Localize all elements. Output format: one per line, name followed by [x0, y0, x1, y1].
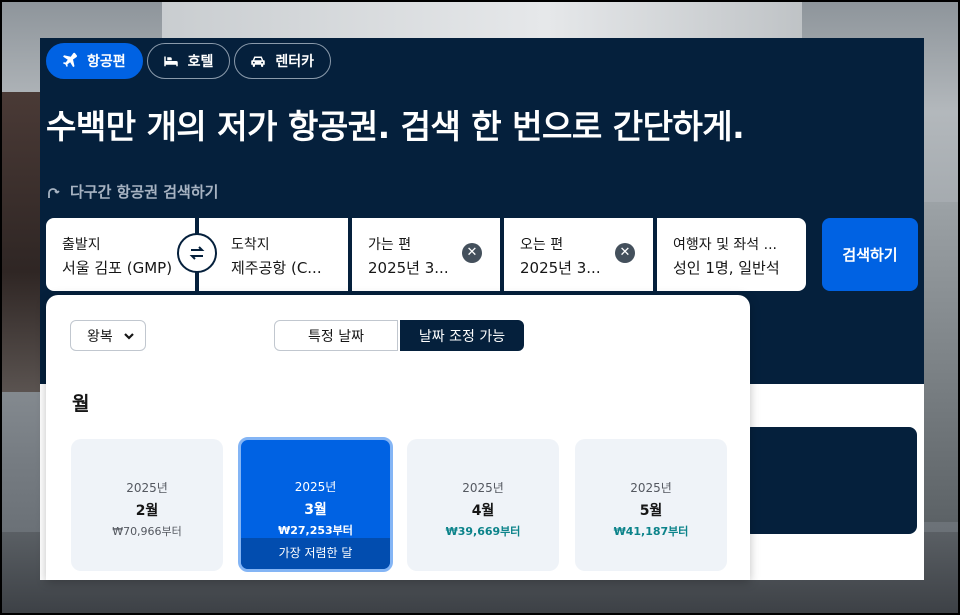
chevron-down-icon — [124, 332, 134, 340]
month-card[interactable]: 2025년 2월 ₩70,966부터 — [71, 439, 223, 571]
destination-field[interactable]: 도착지 제주공항 (C... — [199, 218, 348, 291]
tab-hotels-label: 호텔 — [187, 54, 214, 70]
swap-arrows-icon — [189, 246, 205, 260]
cheapest-month-badge: 가장 저렴한 달 — [241, 538, 390, 569]
origin-label: 출발지 — [62, 237, 101, 253]
tab-flights[interactable]: 항공편 — [46, 43, 143, 79]
month-card[interactable]: 2025년 4월 ₩39,669부터 — [407, 439, 559, 571]
search-button[interactable]: 검색하기 — [822, 218, 918, 291]
origin-field[interactable]: 출발지 서울 김포 (GMP) — [46, 218, 195, 291]
multi-city-link[interactable]: 다구간 항공권 검색하기 — [46, 181, 218, 202]
promo-card[interactable] — [743, 427, 917, 534]
month-card-price: ₩70,966부터 — [112, 525, 182, 538]
airplane-icon — [62, 52, 78, 68]
specific-dates-toggle[interactable]: 특정 날짜 — [274, 320, 398, 351]
page-headline: 수백만 개의 저가 항공권. 검색 한 번으로 간단하게. — [46, 107, 745, 146]
travellers-label: 여행자 및 좌석 ... — [673, 237, 777, 253]
aircraft-engine-image — [924, 202, 958, 522]
month-card-price: ₩39,669부터 — [445, 525, 521, 538]
month-card-month: 4월 — [471, 503, 495, 519]
clear-depart-icon[interactable]: ✕ — [462, 243, 482, 263]
month-card[interactable]: 2025년 5월 ₩41,187부터 — [575, 439, 727, 571]
travellers-field[interactable]: 여행자 및 좌석 ... 성인 1명, 일반석 — [657, 218, 806, 291]
month-section-heading: 월 — [72, 393, 90, 415]
trip-type-select[interactable]: 왕복 — [70, 320, 146, 351]
tab-car-rental-label: 렌터카 — [275, 54, 315, 70]
flexible-dates-toggle[interactable]: 날짜 조정 가능 — [400, 320, 524, 351]
month-card-price: ₩27,253부터 — [278, 524, 353, 537]
month-card-price: ₩41,187부터 — [613, 525, 689, 538]
destination-value: 제주공항 (C... — [231, 259, 322, 277]
clear-return-icon[interactable]: ✕ — [615, 243, 635, 263]
return-date-field[interactable]: 오는 편 2025년 3... ✕ — [504, 218, 653, 291]
bed-icon — [163, 56, 178, 67]
depart-date-field[interactable]: 가는 편 2025년 3... ✕ — [352, 218, 500, 291]
month-card-year: 2025년 — [294, 480, 337, 494]
month-card-year: 2025년 — [630, 481, 672, 495]
swap-airports-button[interactable] — [177, 233, 217, 273]
people-image — [2, 92, 40, 392]
product-tabs: 항공편 호텔 렌터카 — [46, 43, 332, 79]
travellers-value: 성인 1명, 일반석 — [673, 259, 780, 277]
month-card-selected[interactable]: 2025년 3월 ₩27,253부터 가장 저렴한 달 — [238, 437, 393, 572]
tab-car-rental[interactable]: 렌터카 — [234, 43, 332, 79]
month-card-year: 2025년 — [462, 481, 504, 495]
destination-label: 도착지 — [231, 237, 270, 253]
multi-city-link-label: 다구간 항공권 검색하기 — [70, 183, 219, 201]
month-card-year: 2025년 — [126, 481, 168, 495]
tab-flights-label: 항공편 — [87, 54, 126, 70]
car-icon — [251, 56, 266, 67]
month-card-month: 2월 — [135, 503, 159, 519]
date-picker-popup: 왕복 특정 날짜 날짜 조정 가능 월 2025년 2월 ₩70,966부터 2… — [46, 295, 750, 580]
tab-hotels[interactable]: 호텔 — [146, 43, 231, 79]
aircraft-wing-image — [162, 2, 802, 42]
origin-value: 서울 김포 (GMP) — [62, 259, 173, 277]
month-card-month: 5월 — [639, 503, 663, 519]
multi-city-route-icon — [48, 187, 60, 198]
month-card-month: 3월 — [304, 502, 327, 518]
trip-type-value: 왕복 — [87, 328, 113, 345]
